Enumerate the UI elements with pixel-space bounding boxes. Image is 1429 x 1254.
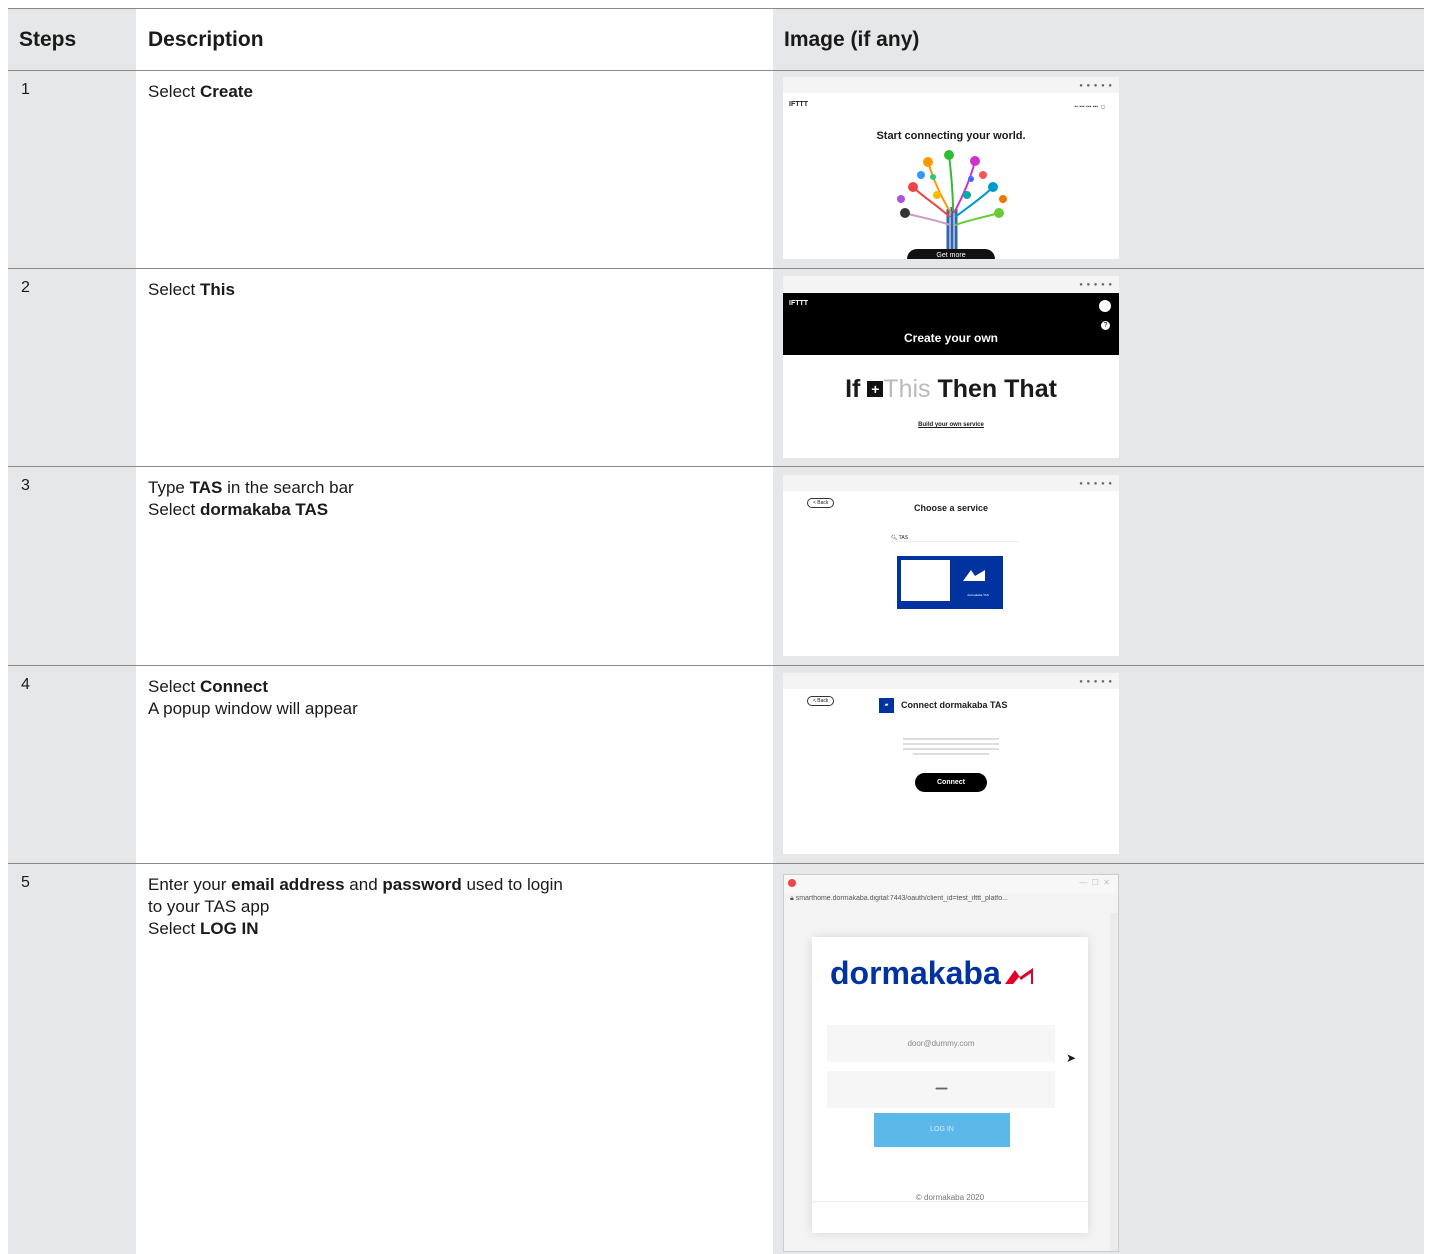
ifttt-hero-title: Start connecting your world. [876, 130, 1026, 142]
email-field[interactable]: door@dummy.com [827, 1025, 1055, 1062]
text-segment: Select [148, 280, 200, 299]
text-segment: in the search bar [222, 478, 354, 497]
text-segment: to your TAS app [148, 897, 270, 916]
ifttt-logo: IFTTT [789, 101, 809, 108]
help-icon[interactable]: ? [1101, 321, 1110, 330]
browser-toolbar: ● ● ● ● ● [783, 77, 1119, 93]
service-description [903, 735, 999, 758]
browser-toolbar: ● ● ● ● ● [783, 276, 1119, 293]
step-number: 3 [21, 477, 30, 494]
step-description: Select Create [148, 81, 708, 103]
text-segment: Select [148, 82, 200, 101]
step-number: 2 [21, 279, 30, 296]
login-button[interactable]: LOG IN [874, 1113, 1010, 1147]
description-line: Select This [148, 279, 708, 301]
tile-label: dormakaba TAS [967, 593, 989, 597]
step-description: Enter your email address and password us… [148, 874, 708, 940]
description-line: to your TAS app [148, 896, 708, 918]
bold-term: dormakaba TAS [199, 500, 329, 519]
step-number: 4 [21, 676, 30, 693]
bold-term: LOG IN [199, 919, 259, 938]
description-line: A popup window will appear [148, 698, 708, 720]
create-your-own-title: Create your own [903, 331, 999, 345]
text-segment: Select [148, 919, 200, 938]
popup-title-bar: — ☐ ✕ [784, 875, 1118, 893]
mouse-cursor: ➤ [1066, 1051, 1077, 1065]
bold-term: Create [199, 82, 253, 101]
dormakaba-logo: dormakaba [830, 955, 1034, 992]
tile-image [901, 560, 950, 601]
screenshot-ifttt-home: ● ● ● ● ● IFTTT ▪▪ ▪▪▪ ▪▪▪ ▪▪▪ ◻ Start c… [783, 77, 1119, 259]
dormakaba-logo-icon [963, 568, 985, 581]
description-line: Type TAS in the search bar [148, 477, 708, 499]
avatar[interactable] [1099, 300, 1111, 312]
table-row: 3 Type TAS in the search bar Select dorma… [8, 467, 1424, 665]
table-row: 5 Enter your email address and password … [8, 864, 1424, 1254]
bold-term: password [382, 875, 462, 894]
bold-term: Connect [199, 677, 268, 696]
copyright-footer: © dormakaba 2020 [915, 1193, 985, 1202]
description-line: Select Create [148, 81, 708, 103]
description-line: Select LOG IN [148, 918, 708, 940]
password-field[interactable]: •••••••• [827, 1071, 1055, 1108]
search-icon: 🔍︎ [891, 535, 898, 541]
connected-tree-illustration [897, 150, 1007, 255]
ifttt-logo: IFTTT [789, 300, 809, 307]
description-line: Select dormakaba TAS [148, 499, 708, 521]
service-search-input[interactable]: 🔍︎ TAS [891, 535, 1019, 542]
step-number: 5 [21, 874, 30, 891]
description-line: Select Connect [148, 676, 708, 698]
scrollbar[interactable] [1110, 913, 1118, 1251]
ifttt-nav: ▪▪ ▪▪▪ ▪▪▪ ▪▪▪ ◻ [1074, 104, 1105, 110]
popup-url-bar[interactable]: 🔒︎ smarthome.dormakaba.digital:7443/oaut… [790, 895, 1112, 911]
screenshot-connect-service: ● ● ● ● ● < Back ▰ Connect dormakaba TAS… [783, 673, 1119, 854]
step-number: 1 [21, 81, 30, 98]
text-segment: Select [148, 500, 200, 519]
step-description: Select This [148, 279, 708, 301]
bold-term: This [199, 280, 235, 299]
window-controls[interactable]: — ☐ ✕ [1079, 878, 1110, 887]
create-banner: IFTTT ? Create your own [783, 293, 1119, 355]
text-segment: and [344, 875, 383, 894]
lock-icon: 🔒︎ [790, 895, 794, 902]
choose-service-title: Choose a service [913, 503, 989, 513]
description-line: Enter your email address and password us… [148, 874, 708, 896]
screenshot-choose-service: ● ● ● ● ● < Back Choose a service 🔍︎ TAS… [783, 475, 1119, 656]
instruction-table: Steps Description Image (if any) 1 Selec… [8, 0, 1424, 1254]
step-description: Type TAS in the search bar Select dormaka… [148, 477, 708, 521]
if-label: If [845, 375, 861, 403]
browser-toolbar: ● ● ● ● ● [783, 475, 1119, 491]
bold-term: TAS [189, 478, 223, 497]
table-row: 2 Select This [8, 269, 1424, 466]
table-row: 1 Select Create [8, 71, 1424, 268]
text-segment: Enter your [148, 875, 232, 894]
connect-title: Connect dormakaba TAS [901, 700, 1008, 710]
screenshot-ifttt-create: ● ● ● ● ● IFTTT ? Create your own If + Th… [783, 276, 1119, 458]
back-button[interactable]: < Back [807, 696, 835, 706]
screenshot-dormakaba-login: — ☐ ✕ 🔒︎ smarthome.dormakaba.digital:744… [783, 874, 1119, 1252]
text-segment: Type [148, 478, 190, 497]
text-segment: used to login [461, 875, 563, 894]
header-description: Description [148, 27, 264, 51]
login-card: dormakaba door@dummy.com •••••••• LOG IN… [812, 937, 1088, 1233]
bold-term: email address [231, 875, 345, 894]
text-segment: Select [148, 677, 200, 696]
step-description: Select Connect A popup window will appear [148, 676, 708, 720]
table-row: 4 Select Connect A popup window will appe… [8, 666, 1424, 863]
add-this-icon[interactable]: + [867, 381, 884, 397]
text-segment: A popup window will appear [148, 699, 358, 718]
browser-toolbar: ● ● ● ● ● [783, 673, 1119, 689]
get-more-button[interactable]: Get more [907, 249, 995, 259]
chrome-icon [788, 879, 796, 887]
if-this-then-that: If + This Then That [783, 375, 1119, 404]
dormakaba-logo-icon [1005, 968, 1034, 984]
dormakaba-service-icon: ▰ [879, 698, 894, 713]
header-steps: Steps [19, 27, 77, 51]
build-own-service-link[interactable]: Build your own service [783, 422, 1119, 428]
then-that-label: Then That [937, 375, 1057, 403]
dormakaba-tas-tile[interactable]: dormakaba TAS [897, 556, 1003, 609]
this-button[interactable]: This [883, 375, 930, 403]
header-image: Image (if any) [784, 27, 920, 51]
connect-button[interactable]: Connect [915, 773, 987, 792]
